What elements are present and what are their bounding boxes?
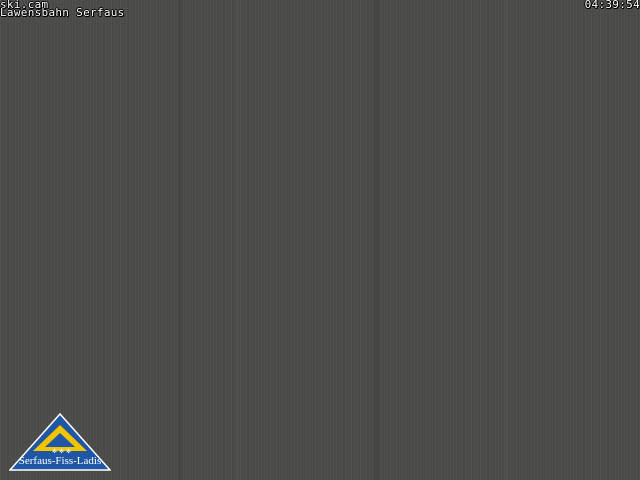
sensor-streak [178, 0, 182, 480]
webcam-frame: ski.cam Lawensbahn Serfaus 04:39:54 ✻ ✻ … [0, 0, 640, 480]
logo-text: Serfaus-Fiss-Ladis [18, 455, 102, 467]
svg-text:✻: ✻ [66, 448, 71, 455]
svg-text:✻: ✻ [59, 448, 64, 455]
sensor-streak [505, 0, 508, 480]
sensor-streak [374, 0, 379, 480]
location-label: Lawensbahn Serfaus [0, 6, 125, 19]
svg-text:✻: ✻ [52, 448, 57, 455]
sensor-streak [236, 0, 239, 480]
serfaus-fiss-ladis-logo: ✻ ✻ ✻ Serfaus-Fiss-Ladis [9, 413, 111, 471]
timestamp: 04:39:54 [584, 0, 640, 11]
